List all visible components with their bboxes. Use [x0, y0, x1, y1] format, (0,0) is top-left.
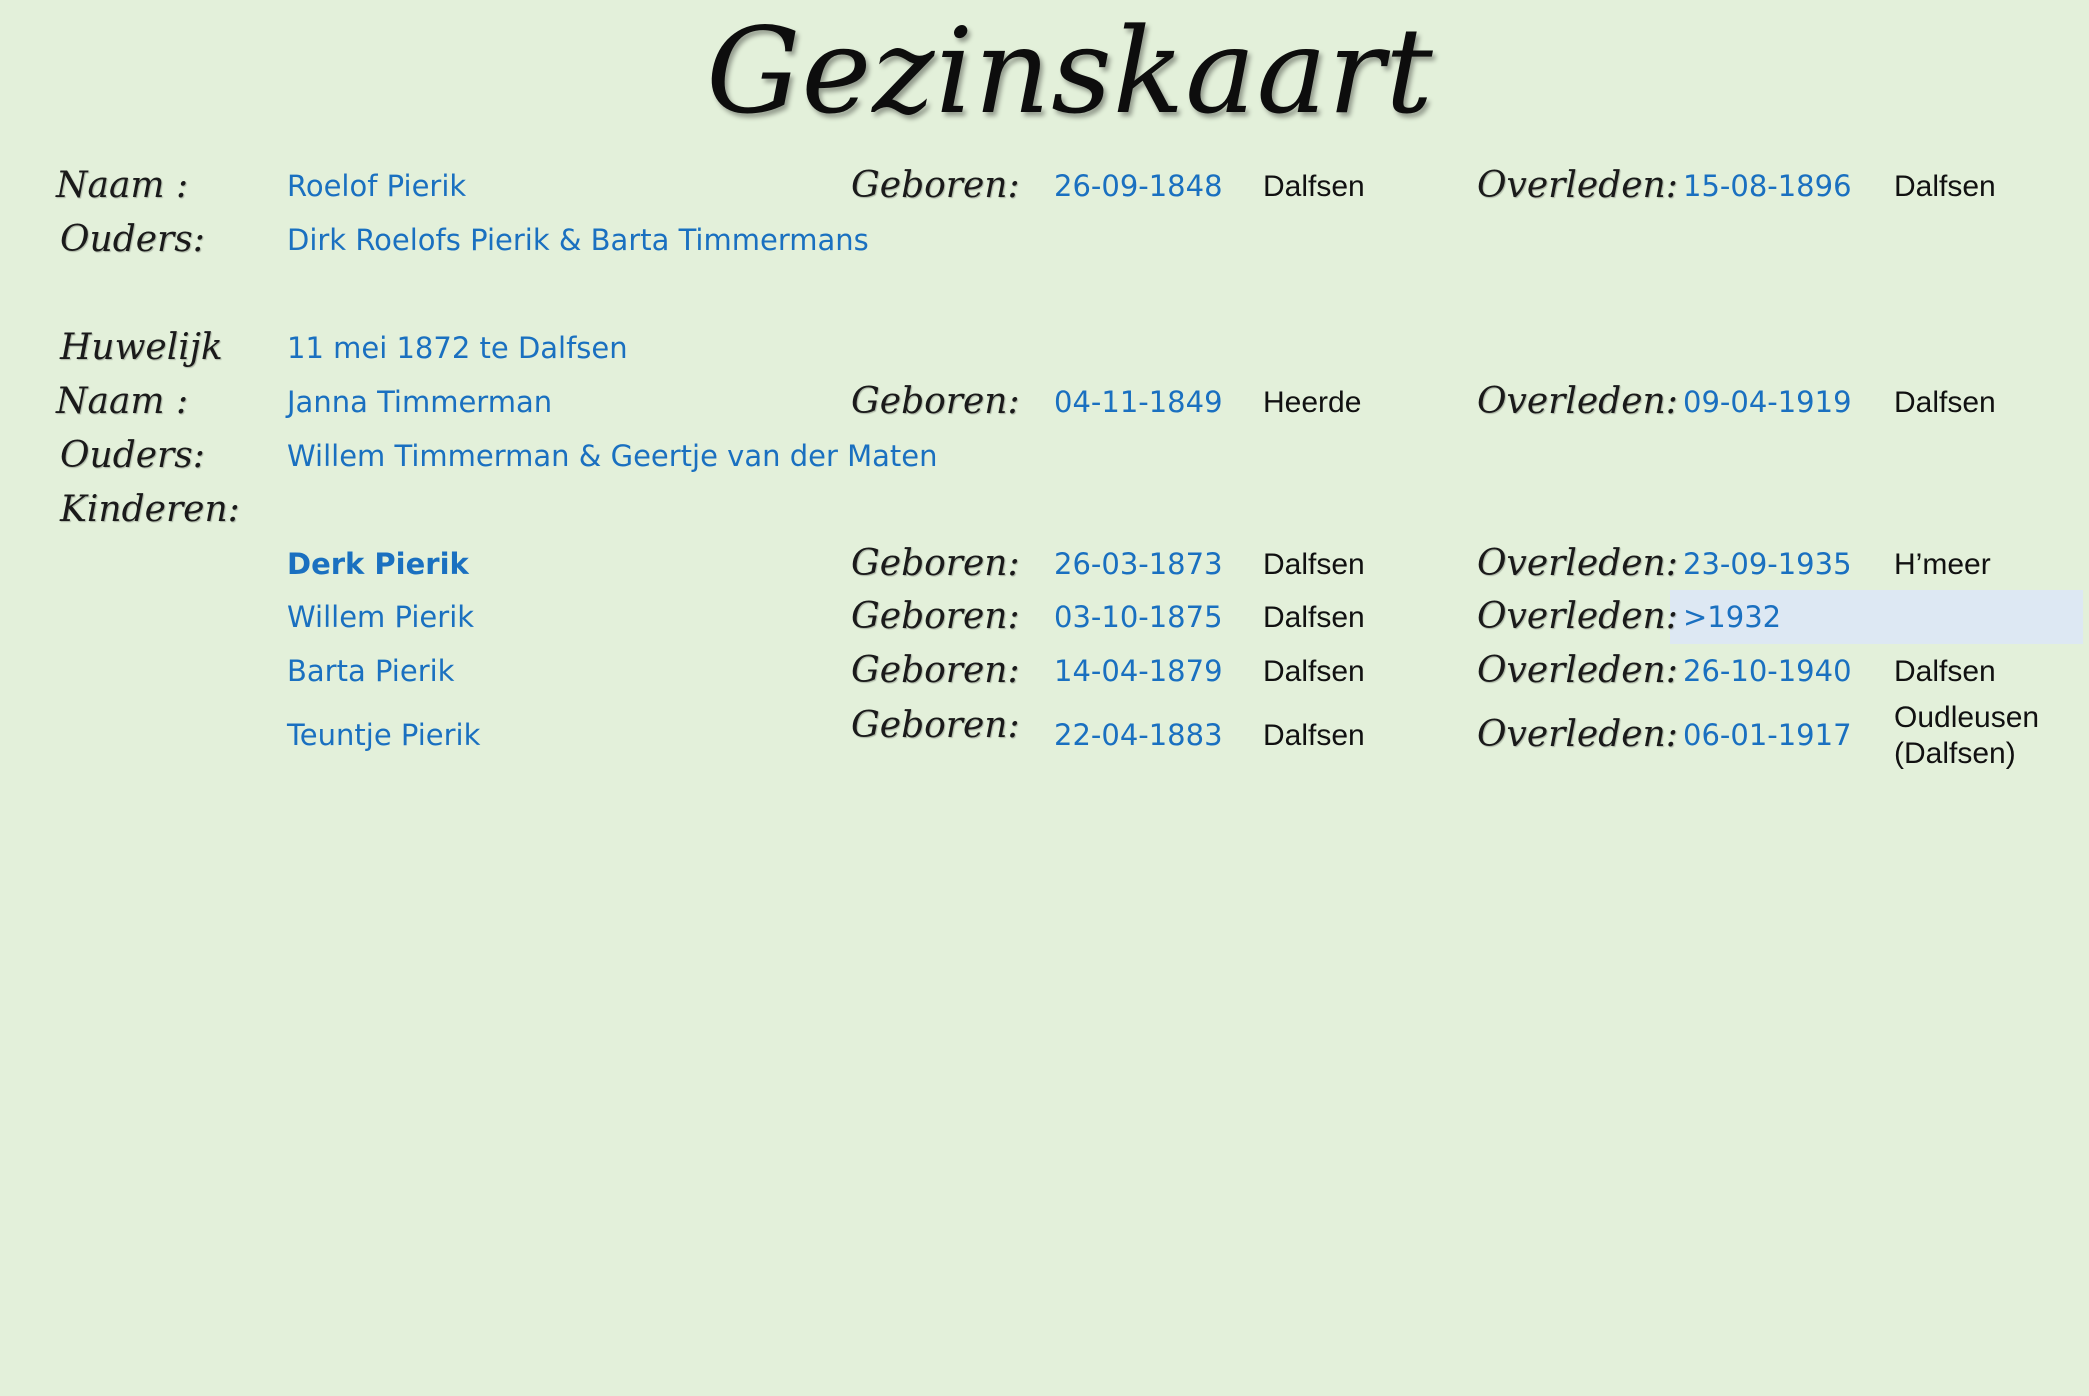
husband-born-place: Dalfsen — [1263, 170, 1365, 203]
child-name: Derk Pierik — [287, 547, 469, 581]
geboren-label: Geboren: — [851, 381, 1020, 422]
wife-name: Janna Timmerman — [287, 385, 553, 419]
overleden-label: Overleden: — [1477, 165, 1678, 206]
child-name: Willem Pierik — [287, 600, 475, 634]
wife-born-place: Heerde — [1263, 386, 1362, 419]
husband-died-date: 15-08-1896 — [1683, 169, 1852, 203]
ouders-label: Ouders: — [60, 219, 205, 260]
page-title: Gezinskaart — [706, 2, 1434, 140]
husband-born-date: 26-09-1848 — [1054, 169, 1223, 203]
child-born-date: 26-03-1873 — [1054, 547, 1223, 581]
child-born-place: Dalfsen — [1263, 719, 1365, 752]
kinderen-label: Kinderen: — [60, 489, 240, 530]
died-place-line2: (Dalfsen) — [1894, 737, 2016, 770]
child-name: Teuntje Pierik — [287, 718, 481, 752]
child-born-place: Dalfsen — [1263, 655, 1365, 688]
wife-born-date: 04-11-1849 — [1054, 385, 1223, 419]
child-born-date: 14-04-1879 — [1054, 654, 1223, 688]
child-died-date: 06-01-1917 — [1683, 718, 1852, 752]
overleden-label: Overleden: — [1477, 596, 1678, 637]
husband-name: Roelof Pierik — [287, 169, 467, 203]
geboren-label: Geboren: — [851, 705, 1020, 746]
naam-label: Naam : — [56, 165, 189, 206]
overleden-label: Overleden: — [1477, 543, 1678, 584]
huwelijk-label: Huwelijk — [60, 327, 223, 368]
overleden-label: Overleden: — [1477, 650, 1678, 691]
child-name: Barta Pierik — [287, 654, 455, 688]
overleden-label: Overleden: — [1477, 714, 1678, 755]
naam-label: Naam : — [56, 381, 189, 422]
child-died-place: Dalfsen — [1894, 655, 1996, 688]
husband-died-place: Dalfsen — [1894, 170, 1996, 203]
child-born-place: Dalfsen — [1263, 601, 1365, 634]
child-born-date: 03-10-1875 — [1054, 600, 1223, 634]
child-born-date: 22-04-1883 — [1054, 718, 1223, 752]
husband-parents: Dirk Roelofs Pierik & Barta Timmermans — [287, 223, 869, 257]
child-died-date: 23-09-1935 — [1683, 547, 1852, 581]
child-died-date: 26-10-1940 — [1683, 654, 1852, 688]
ouders-label: Ouders: — [60, 435, 205, 476]
child-died-date: >1932 — [1683, 600, 1782, 634]
child-born-place: Dalfsen — [1263, 548, 1365, 581]
geboren-label: Geboren: — [851, 596, 1020, 637]
child-died-place: Oudleusen (Dalfsen) — [1894, 700, 2039, 772]
wife-died-date: 09-04-1919 — [1683, 385, 1852, 419]
geboren-label: Geboren: — [851, 650, 1020, 691]
wife-parents: Willem Timmerman & Geertje van der Maten — [287, 439, 938, 473]
wife-died-place: Dalfsen — [1894, 386, 1996, 419]
geboren-label: Geboren: — [851, 165, 1020, 206]
child-died-place: H’meer — [1894, 548, 1991, 581]
geboren-label: Geboren: — [851, 543, 1020, 584]
overleden-label: Overleden: — [1477, 381, 1678, 422]
marriage-info: 11 mei 1872 te Dalfsen — [287, 331, 628, 365]
died-place-line1: Oudleusen — [1894, 701, 2040, 734]
